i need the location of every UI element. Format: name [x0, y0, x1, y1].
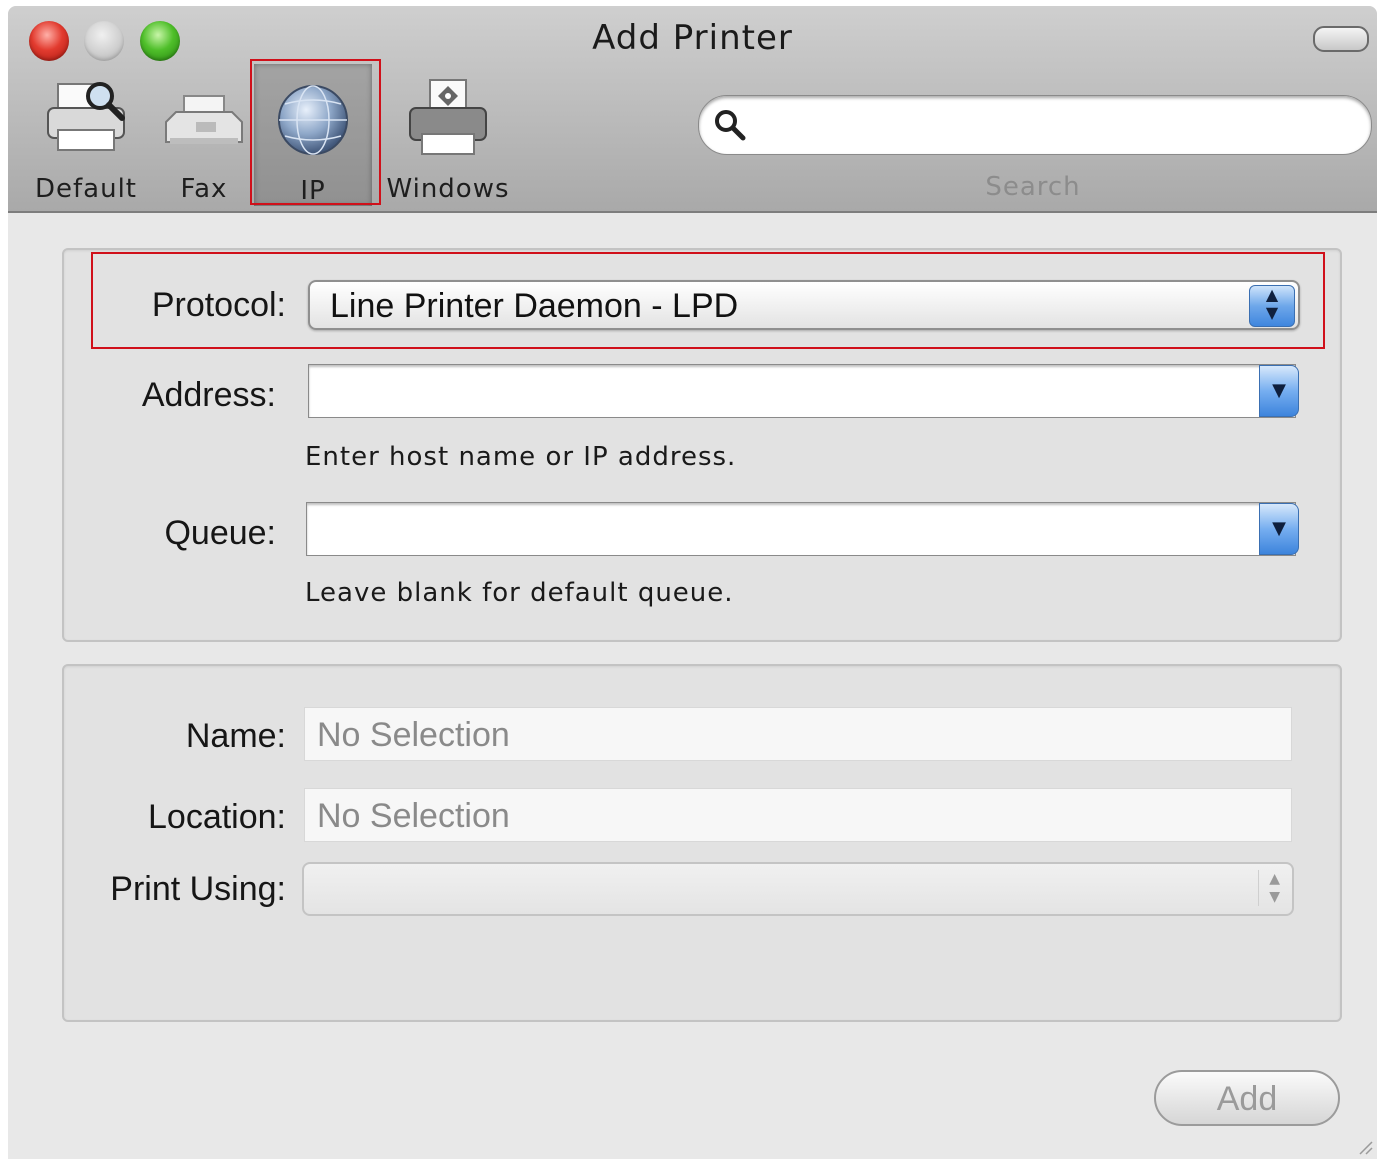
toolbar-windows-label: Windows — [386, 174, 510, 204]
location-input[interactable] — [315, 795, 1207, 837]
windows-printer-icon — [409, 79, 487, 155]
toolbar-default[interactable]: Default — [26, 64, 146, 204]
protocol-highlight — [91, 252, 1325, 349]
queue-label: Queue: — [164, 514, 276, 552]
add-printer-window: Add Printer Default Fax IP Windows Searc… — [8, 6, 1377, 1159]
name-label: Name: — [185, 717, 286, 755]
address-input[interactable] — [317, 371, 1209, 413]
address-label: Address: — [141, 376, 276, 414]
queue-dropdown-button[interactable]: ▼ — [1259, 503, 1299, 555]
toolbar-toggle-button[interactable] — [1313, 26, 1369, 52]
name-field[interactable] — [304, 707, 1292, 761]
location-label: Location: — [148, 798, 286, 836]
fax-icon — [165, 95, 243, 144]
titlebar-toolbar: Add Printer Default Fax IP Windows Searc… — [8, 6, 1377, 213]
location-field[interactable] — [304, 788, 1292, 842]
window-title: Add Printer — [592, 18, 793, 58]
address-combobox[interactable]: ▼ — [308, 364, 1299, 418]
popup-arrows-icon: ▲ ▼ — [1258, 870, 1280, 906]
print-using-label: Print Using: — [110, 870, 286, 908]
resize-grip-icon[interactable] — [1357, 1139, 1373, 1155]
toolbar-fax[interactable]: Fax — [158, 64, 250, 204]
toolbar-windows[interactable]: Windows — [380, 64, 516, 204]
address-hint: Enter host name or IP address. — [305, 442, 737, 472]
toolbar-fax-label: Fax — [180, 174, 228, 204]
printer-search-icon — [47, 82, 125, 151]
print-using-popup[interactable]: ▲ ▼ — [302, 862, 1294, 916]
queue-hint: Leave blank for default queue. — [305, 578, 734, 608]
queue-combobox[interactable]: ▼ — [306, 502, 1299, 556]
address-dropdown-button[interactable]: ▼ — [1259, 365, 1299, 417]
name-input[interactable] — [315, 714, 1207, 756]
toolbar-default-label: Default — [35, 174, 137, 204]
search-input[interactable] — [759, 104, 1353, 146]
add-button[interactable]: Add — [1154, 1070, 1340, 1126]
search-field[interactable] — [698, 95, 1372, 155]
ip-tab-highlight — [250, 59, 381, 205]
search-label: Search — [985, 172, 1081, 202]
search-icon — [715, 110, 746, 141]
queue-input[interactable] — [315, 509, 1209, 551]
